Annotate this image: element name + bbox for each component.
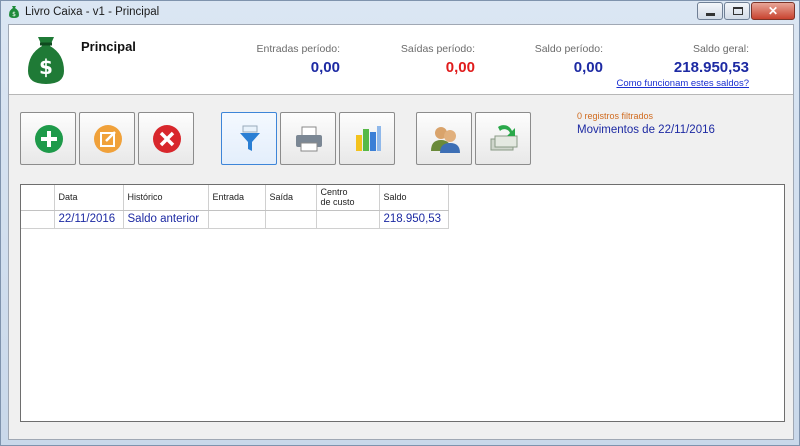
moneybag-icon: $ xyxy=(28,37,64,84)
column-header-historico[interactable]: Histórico xyxy=(123,185,209,211)
svg-text:$: $ xyxy=(39,55,53,79)
cell-entrada[interactable] xyxy=(208,210,266,229)
app-moneybag-icon: $ xyxy=(9,6,19,18)
maximize-button[interactable] xyxy=(724,2,750,20)
saidas-summary: Saídas período: 0,00 xyxy=(377,43,475,76)
movements-table: Data Histórico Entrada Saída Centro de c… xyxy=(21,185,449,229)
cell-centro-de-custo[interactable] xyxy=(316,210,380,229)
printer-icon xyxy=(296,126,322,152)
svg-text:$: $ xyxy=(12,11,16,18)
column-header-data[interactable]: Data xyxy=(54,185,124,211)
chart-button[interactable] xyxy=(339,112,395,165)
saldo-periodo-label: Saldo período: xyxy=(534,43,603,55)
title-bar[interactable]: $ Livro Caixa - v1 - Principal ✕ xyxy=(1,1,799,23)
plus-icon xyxy=(35,125,63,153)
movements-grid[interactable]: Data Histórico Entrada Saída Centro de c… xyxy=(20,184,785,422)
edit-icon xyxy=(94,125,122,153)
entradas-summary: Entradas período: 0,00 xyxy=(237,43,340,76)
row-selector-header[interactable] xyxy=(21,185,55,211)
centro-line-1: Centro xyxy=(320,187,348,198)
saldo-periodo-value: 0,00 xyxy=(573,59,603,76)
help-link[interactable]: Como funcionam estes saldos? xyxy=(609,78,749,89)
cell-saida[interactable] xyxy=(265,210,317,229)
filter-button[interactable] xyxy=(221,112,277,165)
cell-historico[interactable]: Saldo anterior xyxy=(123,210,209,229)
summary-header: $ Principal Entradas período: 0,00 Saída… xyxy=(9,25,793,95)
column-header-centro-de-custo[interactable]: Centro de custo xyxy=(316,185,380,211)
transfer-button[interactable] xyxy=(475,112,531,165)
print-button[interactable] xyxy=(280,112,336,165)
client-area: $ Principal Entradas período: 0,00 Saída… xyxy=(8,24,794,440)
delete-button[interactable] xyxy=(138,112,194,165)
money-transfer-icon xyxy=(490,125,518,151)
table-row[interactable]: 22/11/2016 Saldo anterior 218.950,53 xyxy=(21,210,449,229)
page-title: Principal xyxy=(81,39,136,54)
saldo-periodo-summary: Saldo período: 0,00 xyxy=(513,43,603,76)
add-button[interactable] xyxy=(20,112,76,165)
filter-funnel-icon xyxy=(240,125,260,151)
window-controls: ✕ xyxy=(696,2,795,20)
users-button[interactable] xyxy=(416,112,472,165)
centro-line-2: de custo xyxy=(320,197,355,208)
main-window: $ Livro Caixa - v1 - Principal ✕ $ Princ… xyxy=(0,0,800,446)
edit-button[interactable] xyxy=(79,112,135,165)
cell-saldo[interactable]: 218.950,53 xyxy=(379,210,449,229)
saldo-geral-value: 218.950,53 xyxy=(673,59,749,76)
saldo-geral-summary: Saldo geral: 218.950,53 Como funcionam e… xyxy=(609,43,749,89)
users-icon xyxy=(431,127,460,153)
minimize-button[interactable] xyxy=(697,2,723,20)
column-header-saldo[interactable]: Saldo xyxy=(379,185,449,211)
minimize-icon xyxy=(706,13,715,16)
bar-chart-icon xyxy=(356,126,381,151)
cell-data[interactable]: 22/11/2016 xyxy=(54,210,124,229)
filtered-count: 0 registros filtrados xyxy=(577,111,654,121)
column-header-entrada[interactable]: Entrada xyxy=(208,185,266,211)
saldo-geral-label: Saldo geral: xyxy=(692,43,749,55)
entradas-value: 0,00 xyxy=(310,59,340,76)
saidas-label: Saídas período: xyxy=(400,43,475,55)
table-header-row: Data Histórico Entrada Saída Centro de c… xyxy=(21,185,449,211)
close-icon: ✕ xyxy=(767,4,779,18)
delete-icon xyxy=(153,125,181,153)
window-title: Livro Caixa - v1 - Principal xyxy=(25,6,160,18)
row-selector[interactable] xyxy=(21,210,55,229)
close-button[interactable]: ✕ xyxy=(751,2,795,20)
maximize-icon xyxy=(733,7,743,15)
saidas-value: 0,00 xyxy=(445,59,475,76)
movements-date: Movimentos de 22/11/2016 xyxy=(577,124,715,136)
entradas-label: Entradas período: xyxy=(256,43,340,55)
column-header-saida[interactable]: Saída xyxy=(265,185,317,211)
